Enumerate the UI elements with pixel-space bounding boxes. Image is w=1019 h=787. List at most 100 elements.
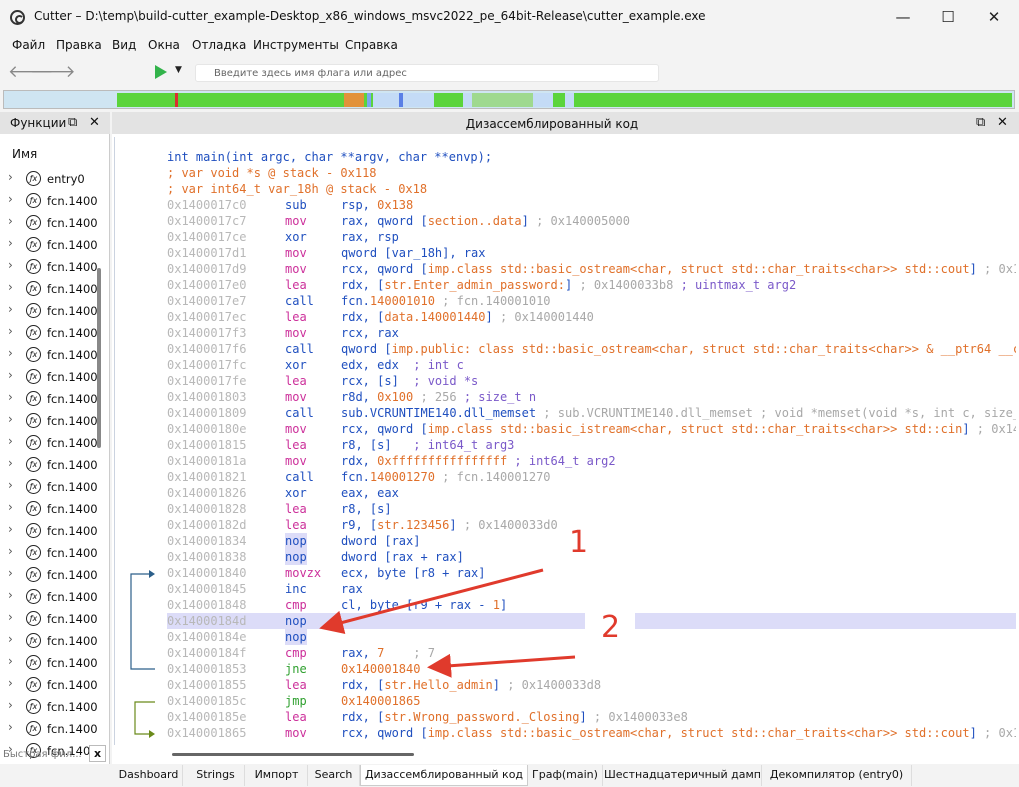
horizontal-scrollbar[interactable] (172, 753, 414, 756)
menu-view[interactable]: Вид (112, 38, 136, 52)
function-item[interactable]: › ƒx fcn.1400 (0, 674, 98, 696)
instruction-row[interactable]: 0x140001803 mov r8d, 0x100 ; 256 ; size_t … (167, 389, 1016, 405)
chevron-right-icon[interactable]: › (8, 654, 13, 668)
instruction-row[interactable]: 0x140001821 call fcn.140001270 ; fcn.14000… (167, 469, 1016, 485)
chevron-right-icon[interactable]: › (8, 192, 13, 206)
tab-5[interactable]: Граф(main) (528, 765, 603, 786)
menu-windows[interactable]: Окна (148, 38, 180, 52)
navbar-segment[interactable] (472, 93, 534, 107)
chevron-right-icon[interactable]: › (8, 302, 13, 316)
chevron-right-icon[interactable]: › (8, 632, 13, 646)
function-item[interactable]: › ƒx fcn.1400 (0, 586, 98, 608)
chevron-right-icon[interactable]: › (8, 478, 13, 492)
clear-filter-button[interactable]: x (89, 745, 106, 762)
chevron-right-icon[interactable]: › (8, 346, 13, 360)
chevron-right-icon[interactable]: › (8, 698, 13, 712)
chevron-right-icon[interactable]: › (8, 412, 13, 426)
chevron-right-icon[interactable]: › (8, 280, 13, 294)
instruction-row[interactable]: 0x1400017c0 sub rsp, 0x138 (167, 197, 1016, 213)
instruction-row[interactable]: 0x140001815 lea r8, [s] ; int64_t arg3 (167, 437, 1016, 453)
instruction-row[interactable]: 0x14000181a mov rdx, 0xffffffffffffffff ; … (167, 453, 1016, 469)
navbar-segment[interactable] (177, 93, 344, 107)
tab-4[interactable]: Дизассемблированный код (360, 765, 528, 786)
chevron-right-icon[interactable]: › (8, 236, 13, 250)
chevron-right-icon[interactable]: › (8, 368, 13, 382)
navbar-segment[interactable] (117, 93, 176, 107)
function-item[interactable]: › ƒx fcn.1400 (0, 520, 98, 542)
instruction-row[interactable]: 0x1400017ce xor rax, rsp (167, 229, 1016, 245)
minimize-button[interactable]: — (880, 0, 926, 34)
menu-tools[interactable]: Инструменты (253, 38, 339, 52)
chevron-right-icon[interactable]: › (8, 500, 13, 514)
navbar-segment[interactable] (463, 93, 473, 107)
chevron-right-icon[interactable]: › (8, 522, 13, 536)
instruction-row[interactable]: 0x1400017f3 mov rcx, rax (167, 325, 1016, 341)
close-icon[interactable]: ✕ (997, 115, 1008, 131)
function-item[interactable]: › ƒx fcn.1400 (0, 652, 98, 674)
forward-arrow-icon[interactable]: 🡒 (30, 64, 76, 81)
instruction-row[interactable]: 0x1400017fc xor edx, edx ; int c (167, 357, 1016, 373)
function-item[interactable]: › ƒx fcn.1400 (0, 718, 98, 740)
function-item[interactable]: › ƒx fcn.1400 (0, 278, 98, 300)
function-item[interactable]: › ƒx fcn.1400 (0, 696, 98, 718)
chevron-right-icon[interactable]: › (8, 434, 13, 448)
function-item[interactable]: › ƒx fcn.1400 (0, 630, 98, 652)
function-header-line[interactable]: ; var int64_t var_18h @ stack - 0x18 (167, 181, 427, 197)
function-item[interactable]: › ƒx fcn.1400 (0, 542, 98, 564)
function-item[interactable]: › ƒx fcn.1400 (0, 410, 98, 432)
function-item[interactable]: › ƒx fcn.1400 (0, 234, 98, 256)
menu-file[interactable]: Файл (12, 38, 45, 52)
instruction-row[interactable]: 0x140001855 lea rdx, [str.Hello_admin] ; 0… (167, 677, 1016, 693)
instruction-row[interactable]: 0x140001809 call sub.VCRUNTIME140.dll_mems… (167, 405, 1016, 421)
instruction-row[interactable]: 0x1400017fe lea rcx, [s] ; void *s (167, 373, 1016, 389)
float-icon[interactable]: ⧉ (976, 115, 985, 131)
function-item[interactable]: › ƒx fcn.1400 (0, 344, 98, 366)
instruction-row[interactable]: 0x1400017c7 mov rax, qword [section..data]… (167, 213, 1016, 229)
function-item[interactable]: › ƒx fcn.1400 (0, 564, 98, 586)
instruction-row[interactable]: 0x1400017e7 call fcn.140001010 ; fcn.14000… (167, 293, 1016, 309)
instruction-row[interactable]: 0x14000182d lea r9, [str.123456] ; 0x14000… (167, 517, 1016, 533)
function-item[interactable]: › ƒx fcn.1400 (0, 322, 98, 344)
function-item[interactable]: › ƒx fcn.1400 (0, 190, 98, 212)
instruction-row[interactable]: 0x140001826 xor eax, eax (167, 485, 1016, 501)
navbar-segment[interactable] (403, 93, 435, 107)
instruction-row[interactable]: 0x14000184d nop (167, 613, 1016, 629)
function-item[interactable]: › ƒx fcn.1400 (0, 498, 98, 520)
close-button[interactable]: ✕ (971, 0, 1017, 34)
navbar-segment[interactable] (574, 93, 1013, 107)
menu-edit[interactable]: Правка (56, 38, 102, 52)
navbar-segment[interactable] (372, 93, 400, 107)
instruction-row[interactable]: 0x1400017d9 mov rcx, qword [imp.class std:… (167, 261, 1016, 277)
function-item[interactable]: › ƒx fcn.1400 (0, 476, 98, 498)
instruction-row[interactable]: 0x140001834 nop dword [rax] (167, 533, 1016, 549)
navbar-segment[interactable] (552, 93, 566, 107)
maximize-button[interactable]: ☐ (925, 0, 971, 34)
chevron-right-icon[interactable]: › (8, 214, 13, 228)
tab-3[interactable]: Search (308, 765, 360, 786)
navbar-segment[interactable] (434, 93, 464, 107)
function-header-line[interactable]: ; var void *s @ stack - 0x118 (167, 165, 377, 181)
function-item[interactable]: › ƒx fcn.1400 (0, 454, 98, 476)
instruction-row[interactable]: 0x14000184e nop (167, 629, 1016, 645)
function-item[interactable]: › ƒx fcn.1400 (0, 608, 98, 630)
chevron-right-icon[interactable]: › (8, 324, 13, 338)
close-icon[interactable]: ✕ (89, 115, 100, 131)
menu-debug[interactable]: Отладка (192, 38, 246, 52)
instruction-row[interactable]: 0x14000180e mov rcx, qword [imp.class std:… (167, 421, 1016, 437)
instruction-row[interactable]: 0x14000184f cmp rax, 7 ; 7 (167, 645, 1016, 661)
function-item-entry0[interactable]: › ƒx entry0 (0, 168, 95, 190)
function-item[interactable]: › ƒx fcn.1400 (0, 300, 98, 322)
instruction-row[interactable]: 0x1400017ec lea rdx, [data.140001440] ; 0x… (167, 309, 1016, 325)
menu-help[interactable]: Справка (345, 38, 398, 52)
instruction-row[interactable]: 0x1400017e0 lea rdx, [str.Enter_admin_pass… (167, 277, 1016, 293)
chevron-right-icon[interactable]: › (8, 676, 13, 690)
instruction-row[interactable]: 0x1400017f6 call qword [imp.public: class … (167, 341, 1016, 357)
chevron-right-icon[interactable]: › (8, 610, 13, 624)
navbar-segment[interactable] (565, 93, 575, 107)
chevron-right-icon[interactable]: › (8, 544, 13, 558)
flag-address-input[interactable] (195, 64, 659, 82)
navbar-segment[interactable] (343, 93, 364, 107)
instruction-row[interactable]: 0x140001853 jne 0x140001840 (167, 661, 1016, 677)
chevron-down-icon[interactable]: ▼ (175, 65, 182, 75)
chevron-right-icon[interactable]: › (8, 566, 13, 580)
